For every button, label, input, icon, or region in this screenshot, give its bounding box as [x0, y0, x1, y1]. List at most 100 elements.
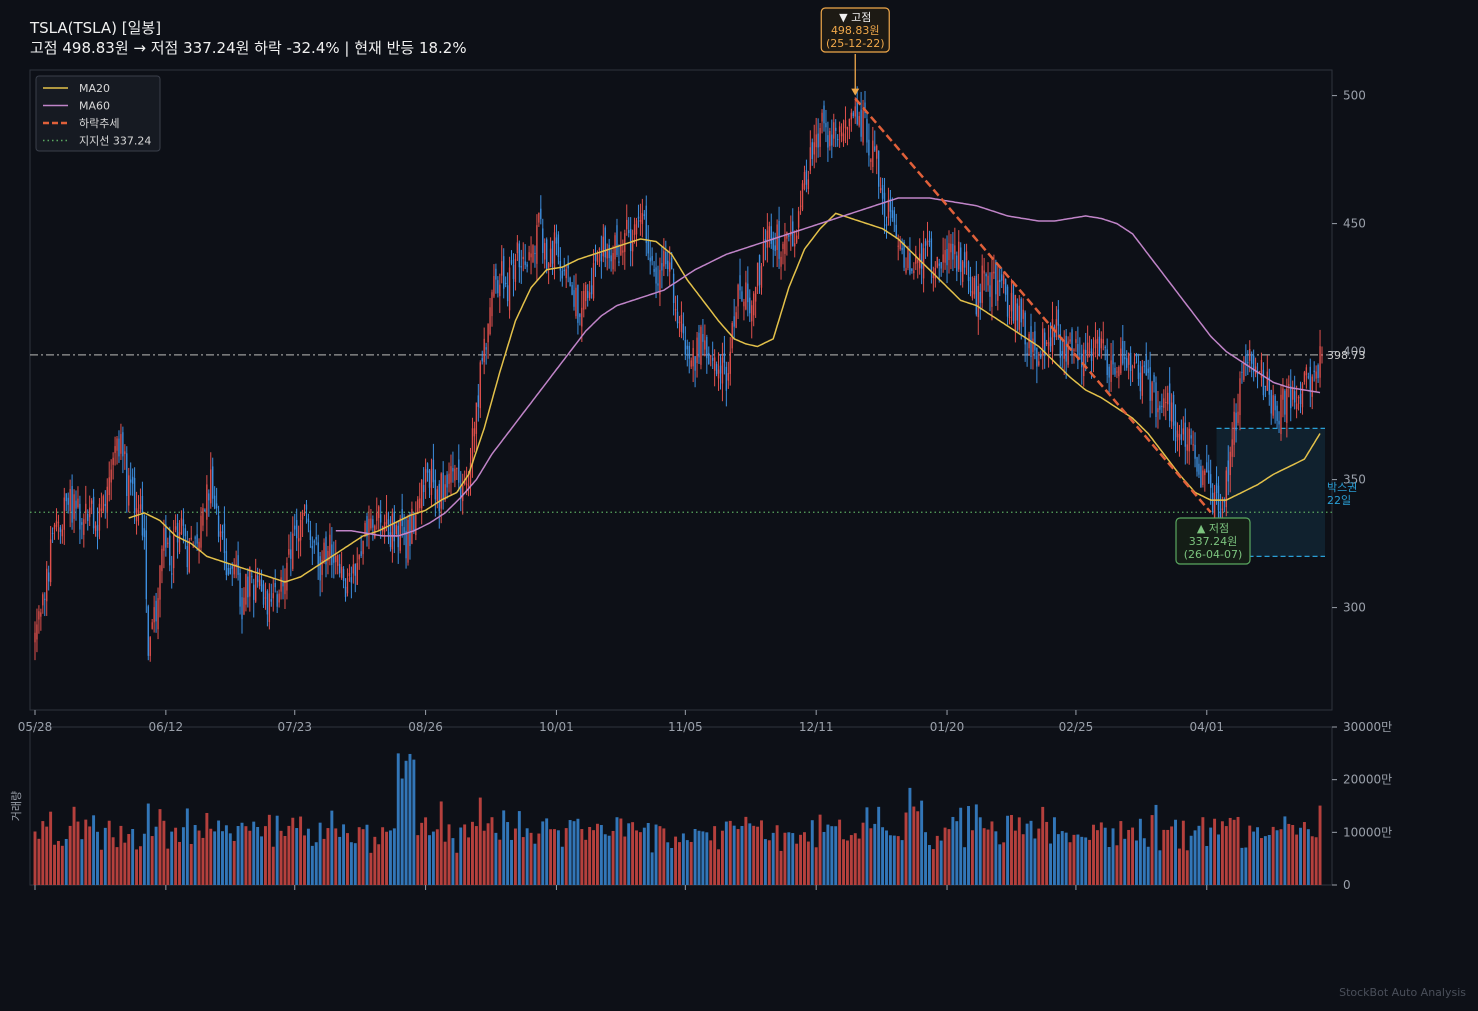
volume-bar [525, 828, 529, 885]
volume-bar [744, 816, 748, 885]
candle-body [829, 131, 831, 147]
candle-body [1114, 367, 1116, 375]
candle-body [917, 260, 919, 263]
candle-body [575, 287, 577, 317]
candle-body [530, 253, 532, 258]
candle-body [1008, 316, 1011, 318]
volume-bar [1111, 828, 1115, 885]
candle-body [1102, 339, 1104, 344]
candle-body [1264, 385, 1267, 387]
candle-body [987, 275, 989, 286]
volume-bar [877, 806, 881, 885]
candle-body [626, 219, 628, 230]
volume-bar [603, 834, 607, 885]
candle-body [184, 528, 187, 537]
volume-bar [1193, 830, 1197, 885]
candle-body [264, 597, 267, 599]
volume-bar [592, 830, 596, 885]
candle-body [106, 486, 108, 512]
candle-body [602, 236, 604, 257]
volume-bar [728, 820, 732, 885]
volume-bar [1220, 821, 1224, 885]
candle-body [520, 265, 522, 268]
volume-bar [888, 835, 892, 885]
volume-bar [1174, 819, 1177, 885]
candle-body [167, 542, 169, 544]
volume-bar [213, 831, 217, 885]
candle-body [59, 527, 62, 532]
volume-bar [103, 827, 107, 885]
candle-body [1200, 466, 1202, 488]
volume-bar [224, 825, 228, 885]
candle-body [876, 145, 878, 159]
volume-bar [1314, 837, 1318, 885]
candle-body [434, 479, 437, 500]
candle-body [1129, 352, 1132, 371]
candle-body [120, 434, 122, 454]
candle-body [409, 514, 411, 547]
candle-body [641, 213, 644, 225]
volume-bar [49, 811, 53, 885]
candle-body [1184, 422, 1186, 447]
candle-body [53, 524, 56, 530]
candle-body [1235, 412, 1237, 431]
volume-bar [217, 820, 221, 885]
candle-body [645, 205, 647, 243]
candle-body [799, 205, 802, 207]
candle-body [747, 283, 749, 303]
volume-bar [267, 814, 271, 885]
volume-bar [709, 840, 713, 885]
volume-bar [326, 828, 330, 885]
volume-bar [1103, 827, 1107, 885]
candle-body [1262, 369, 1265, 396]
candle-body [186, 545, 189, 568]
candle-body [137, 509, 140, 513]
candle-body [391, 513, 394, 550]
candle-body [379, 514, 382, 523]
volume-bar [506, 822, 510, 885]
candle-body [725, 366, 728, 391]
candle-body [563, 269, 565, 272]
candle-body [286, 562, 288, 591]
candle-body [583, 291, 585, 310]
candle-body [1227, 460, 1229, 482]
candle-body [288, 549, 290, 555]
volume-bar [994, 831, 998, 885]
candle-body [1288, 384, 1290, 386]
candle-body [1176, 430, 1179, 438]
candle-body [92, 496, 95, 529]
candle-body [1305, 367, 1308, 376]
candle-body [1239, 378, 1241, 416]
candle-body [1096, 338, 1099, 344]
candle-body [1192, 444, 1194, 446]
candle-body [504, 282, 507, 285]
volume-bar [56, 841, 60, 885]
candle-body [210, 469, 212, 504]
candle-body [1038, 361, 1040, 366]
volume-bar [470, 821, 474, 885]
candle-body [1221, 508, 1224, 511]
candle-body [116, 438, 118, 451]
volume-bar [822, 831, 826, 885]
candle-body [1206, 462, 1208, 473]
volume-bar [1185, 850, 1189, 885]
candle-body [354, 563, 356, 576]
volume-bar [599, 825, 603, 885]
candle-body [1249, 348, 1251, 361]
volume-bar [763, 839, 767, 885]
candle-body [1001, 274, 1003, 281]
candle-body [719, 365, 722, 374]
candle-body [297, 538, 300, 542]
candle-body [713, 357, 716, 371]
volume-bar [595, 823, 599, 885]
volume-bar [1002, 842, 1006, 885]
candle-body [352, 564, 355, 574]
candle-body [946, 249, 948, 266]
candle-body [1079, 353, 1081, 355]
volume-bar [1244, 847, 1248, 885]
candle-body [628, 230, 630, 234]
volume-bar [623, 836, 627, 885]
box-label-line2: 22일 [1327, 493, 1351, 507]
candle-body [1086, 342, 1089, 358]
volume-bar [615, 817, 619, 885]
